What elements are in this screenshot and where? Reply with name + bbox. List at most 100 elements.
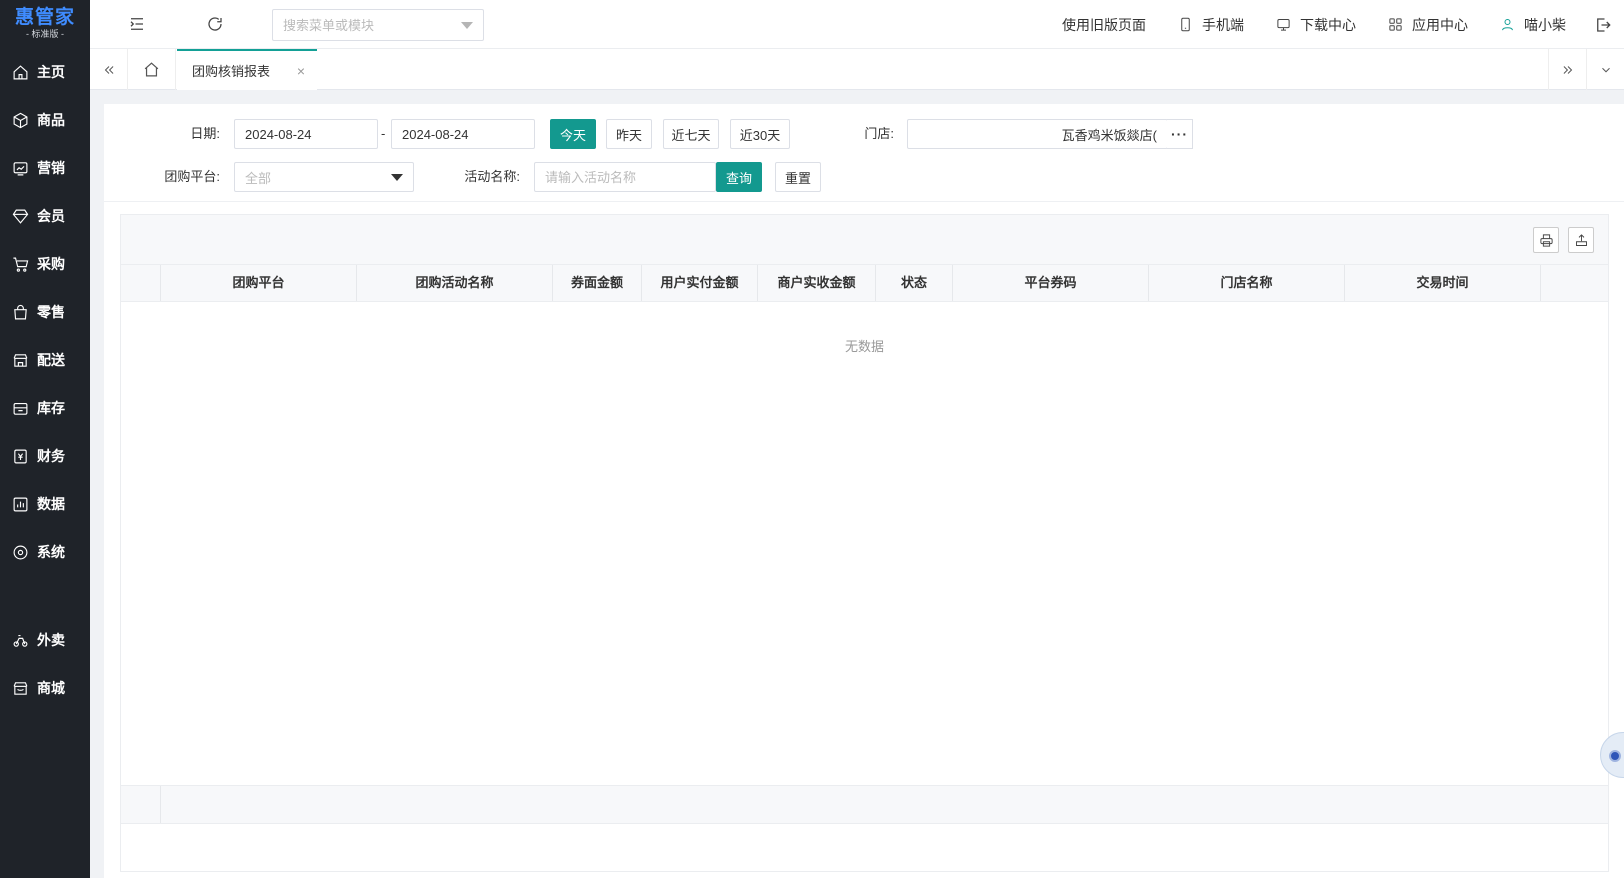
column-header-face-value[interactable]: 券面金额 (553, 265, 642, 301)
sidebar-item-label: 主页 (37, 64, 65, 80)
table-body: 无数据 (121, 302, 1608, 785)
print-button[interactable] (1533, 227, 1559, 253)
old-version-label: 使用旧版页面 (1062, 16, 1146, 33)
logout-button[interactable] (1594, 16, 1612, 34)
activity-name-field[interactable] (534, 162, 716, 192)
sidebar-item-home[interactable]: 主页 (0, 48, 90, 96)
column-header-activity-name[interactable]: 团购活动名称 (357, 265, 553, 301)
bar-chart-icon (13, 497, 28, 511)
column-header-coupon-code[interactable]: 平台券码 (953, 265, 1149, 301)
sidebar-item-purchase[interactable]: 采购 (0, 240, 90, 288)
sidebar-item-inventory[interactable]: 库存 (0, 384, 90, 432)
sidebar-item-finance[interactable]: 财务 (0, 432, 90, 480)
double-chevron-left-icon (104, 65, 113, 74)
store-value: 瓦香鸡米饭燚店( (1061, 127, 1157, 143)
chevron-down-icon (1601, 67, 1610, 72)
yesterday-button[interactable]: 昨天 (606, 119, 652, 149)
sidebar-item-system[interactable]: 系统 (0, 528, 90, 576)
sidebar-item-marketing[interactable]: 营销 (0, 144, 90, 192)
user-name: 喵小柴 (1524, 16, 1566, 33)
tabs-scroll-left-button[interactable] (90, 49, 128, 90)
home-tab[interactable] (128, 49, 176, 90)
date-end-field[interactable] (391, 119, 535, 149)
grid-icon (1389, 18, 1402, 31)
sidebar-item-takeout[interactable]: 外卖 (0, 616, 90, 664)
mobile-link[interactable]: 手机端 (1178, 15, 1244, 35)
export-icon (1575, 233, 1587, 246)
bike-icon (13, 634, 28, 647)
date-label: 日期: (190, 126, 220, 141)
table-header: 团购平台 团购活动名称 券面金额 用户实付金额 商户实收金额 状态 平台券码 门… (121, 264, 1608, 302)
last-7-days-button[interactable]: 近七天 (663, 119, 719, 149)
tabs-scroll-right-button[interactable] (1548, 49, 1586, 90)
logo[interactable]: 惠管家 - 标准版 - (0, 0, 90, 48)
sidebar-item-label: 商城 (37, 680, 65, 696)
platform-label: 团购平台: (164, 169, 220, 184)
date-range-separator: - (381, 126, 386, 141)
sidebar-item-member[interactable]: 会员 (0, 192, 90, 240)
empty-state: 无数据 (844, 339, 884, 354)
chevron-down-icon (391, 174, 403, 181)
date-start-field[interactable] (234, 119, 378, 149)
report-table: 团购平台 团购活动名称 券面金额 用户实付金额 商户实收金额 状态 平台券码 门… (120, 214, 1609, 872)
old-version-link[interactable]: 使用旧版页面 (1062, 15, 1146, 35)
platform-selected: 全部 (245, 170, 272, 186)
today-button[interactable]: 今天 (550, 119, 596, 149)
sidebar-item-label: 数据 (37, 496, 65, 512)
sidebar-item-goods[interactable]: 商品 (0, 96, 90, 144)
column-header-transaction-time[interactable]: 交易时间 (1345, 265, 1541, 301)
store-label: 门店: (864, 126, 894, 141)
sidebar-item-label: 采购 (37, 256, 65, 272)
tabs-bar: 团购核销报表 × (90, 49, 1624, 90)
report-content: 日期: - 今天 昨天 近七天 近30天 门店: 瓦香鸡米饭燚店( ··· 团购… (104, 104, 1624, 878)
chevron-down-icon (461, 21, 473, 29)
column-header-platform[interactable]: 团购平台 (161, 265, 357, 301)
column-header-store-name[interactable]: 门店名称 (1149, 265, 1345, 301)
activity-name-input[interactable] (545, 169, 705, 185)
column-header-status[interactable]: 状态 (876, 265, 953, 301)
download-center-link[interactable]: 下载中心 (1276, 15, 1356, 35)
tab-group-buy-report[interactable]: 团购核销报表 × (177, 49, 317, 90)
sidebar-item-label: 会员 (37, 208, 65, 224)
top-bar: 使用旧版页面 手机端 下载中心 应用中心 喵小柴 (90, 0, 1624, 49)
reset-button[interactable]: 重置 (775, 162, 821, 192)
cube-icon (13, 112, 28, 128)
table-bottom-area (121, 824, 1608, 871)
shop-icon (13, 681, 28, 695)
platform-select[interactable]: 全部 (234, 162, 414, 192)
query-button[interactable]: 查询 (716, 162, 762, 192)
top-links: 使用旧版页面 手机端 下载中心 应用中心 喵小柴 (1030, 0, 1624, 49)
date-start-input[interactable] (245, 126, 367, 142)
table-header-index (121, 265, 161, 301)
refresh-button[interactable] (206, 15, 224, 33)
menu-search-input[interactable] (283, 17, 461, 33)
app-center-link[interactable]: 应用中心 (1388, 15, 1468, 35)
close-icon[interactable]: × (297, 63, 305, 79)
column-header-merchant-received[interactable]: 商户实收金额 (758, 265, 876, 301)
bag-icon (14, 304, 27, 319)
date-end-input[interactable] (402, 126, 524, 142)
sidebar-item-label: 商品 (37, 112, 65, 128)
refresh-icon (208, 17, 222, 31)
sidebar-item-delivery[interactable]: 配送 (0, 336, 90, 384)
menu-toggle-button[interactable] (128, 15, 146, 33)
column-header-user-paid[interactable]: 用户实付金额 (642, 265, 758, 301)
sidebar-item-label: 零售 (37, 304, 65, 320)
filter-form: 日期: - 今天 昨天 近七天 近30天 门店: 瓦香鸡米饭燚店( ··· 团购… (104, 104, 1624, 202)
tabs-more-button[interactable] (1586, 49, 1624, 90)
menu-search-select[interactable] (272, 9, 484, 41)
store-field[interactable]: 瓦香鸡米饭燚店( (907, 119, 1168, 149)
mobile-label: 手机端 (1202, 16, 1244, 33)
export-button[interactable] (1568, 227, 1594, 253)
user-menu[interactable]: 喵小柴 (1500, 15, 1566, 35)
sidebar-item-mall[interactable]: 商城 (0, 664, 90, 712)
sidebar-item-data[interactable]: 数据 (0, 480, 90, 528)
user-icon (1502, 19, 1513, 31)
sidebar-item-retail[interactable]: 零售 (0, 288, 90, 336)
store-more-button[interactable]: ··· (1167, 119, 1193, 149)
sidebar-item-label: 营销 (37, 160, 65, 176)
last-30-days-button[interactable]: 近30天 (730, 119, 790, 149)
inbox-icon (13, 402, 28, 415)
diamond-icon (12, 209, 29, 224)
